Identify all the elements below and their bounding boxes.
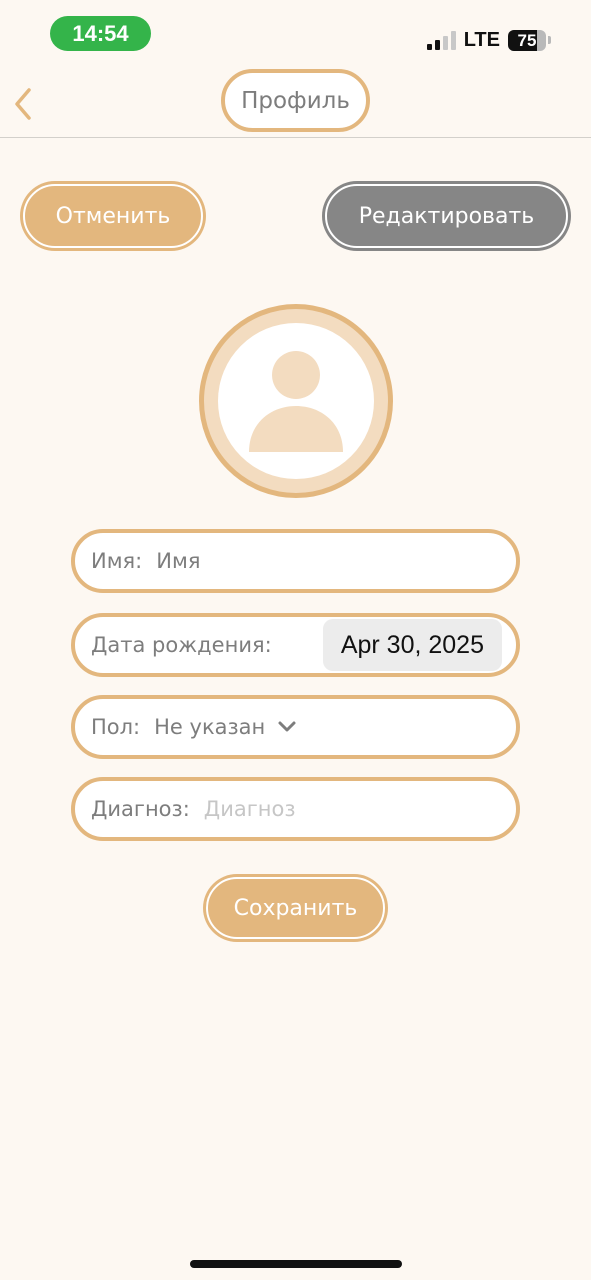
avatar[interactable] [199, 304, 393, 498]
home-indicator[interactable] [190, 1260, 402, 1268]
status-time: 14:54 [50, 16, 151, 51]
birth-date-field: Дата рождения: Apr 30, 2025 [71, 613, 520, 677]
chevron-left-icon [15, 88, 31, 120]
edit-button[interactable]: Редактировать [322, 181, 571, 251]
battery-cap [548, 36, 551, 44]
edit-button-label: Редактировать [325, 184, 568, 248]
diagnosis-field[interactable]: Диагноз: [71, 777, 520, 841]
save-button-label: Сохранить [206, 877, 385, 939]
battery-level: 75 [517, 30, 537, 50]
gender-select[interactable]: Не указан [154, 715, 297, 739]
birth-date-picker[interactable]: Apr 30, 2025 [322, 619, 502, 671]
status-indicators: LTE 75 [426, 28, 551, 52]
gender-label: Пол: [91, 715, 141, 739]
cancel-button[interactable]: Отменить [20, 181, 206, 251]
user-placeholder-icon [249, 351, 343, 452]
cancel-button-label: Отменить [23, 184, 203, 248]
name-input[interactable] [156, 549, 357, 573]
signal-icon [426, 30, 456, 50]
page-title: Профиль [221, 69, 370, 132]
back-button[interactable] [8, 84, 38, 124]
name-label: Имя: [91, 549, 143, 573]
save-button[interactable]: Сохранить [203, 874, 388, 942]
header-divider [0, 137, 591, 138]
gender-value: Не указан [154, 715, 266, 739]
birth-date-label: Дата рождения: [91, 633, 272, 657]
battery-icon: 75 [508, 29, 546, 51]
gender-field: Пол: Не указан [71, 695, 520, 759]
network-type: LTE [463, 28, 500, 51]
diagnosis-input[interactable] [203, 797, 404, 821]
name-field[interactable]: Имя: [71, 529, 520, 593]
avatar-inner [218, 323, 374, 479]
diagnosis-label: Диагноз: [91, 797, 190, 821]
chevron-down-icon [278, 721, 296, 732]
